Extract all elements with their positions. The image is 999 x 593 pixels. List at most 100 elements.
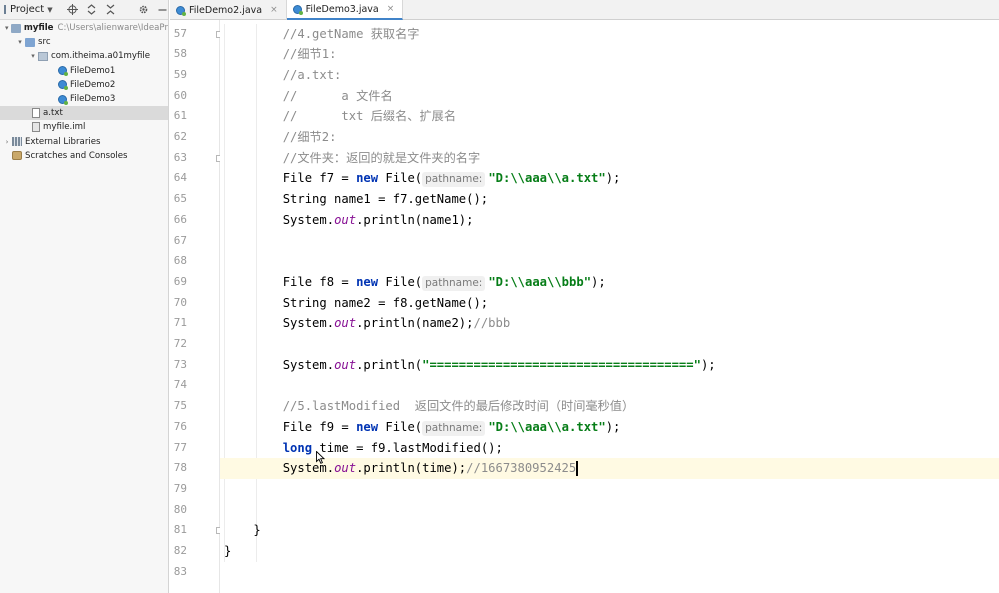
code-editor[interactable]: //4.getName 获取名字 //细节1: //a.txt: // a 文件… [220,20,999,593]
code-token: File( [378,274,423,289]
iml-file-icon [32,122,40,133]
line-number: 78 [173,461,187,475]
code-line[interactable]: } [224,541,231,562]
code-token: out [334,461,357,476]
code-line[interactable]: String name2 = f8.getName(); [224,293,488,314]
code-line[interactable]: // a 文件名 [224,86,393,107]
code-token: //1667380952425 [466,461,577,476]
code-token: "D:\\aaa\\bbb" [488,274,592,289]
code-line[interactable]: System.out.println("====================… [224,355,716,376]
chevron-down-icon[interactable]: ▼ [47,6,52,14]
line-number: 82 [173,544,187,557]
line-number: 62 [173,130,187,143]
code-line[interactable]: System.out.println(name2);//bbb [224,313,510,334]
code-token: .println(name2); [356,316,474,331]
code-line[interactable]: System.out.println(time);//1667380952425 [224,458,578,479]
line-number: 83 [173,564,187,578]
code-token: out [334,212,357,227]
tree-item-label: com.itheima.a01myfile [51,51,151,62]
parameter-hint: pathname: [422,172,486,188]
folder-icon [11,23,21,33]
tree-item-label: myfile [23,23,54,34]
code-line[interactable]: // txt 后缀名、扩展名 [224,106,456,127]
code-token: //细节1: [224,47,337,62]
tree-item-a-txt[interactable]: a.txt [0,106,168,121]
parameter-hint: pathname: [422,275,486,291]
line-number: 64 [173,171,187,185]
line-number: 57 [173,26,187,40]
code-token: File( [378,171,423,186]
parameter-hint: pathname: [422,420,486,436]
tab-filedemo3[interactable]: FileDemo3.java × [286,0,404,20]
code-line[interactable]: //a.txt: [224,65,342,86]
code-line[interactable]: //5.lastModified 返回文件的最后修改时间（时间毫秒值） [224,396,634,417]
code-token: new [356,171,379,186]
code-line[interactable]: System.out.println(name1); [224,210,474,231]
tree-item-package[interactable]: ▾ com.itheima.a01myfile [0,49,168,63]
close-icon[interactable]: × [387,4,395,14]
code-line[interactable]: //4.getName 获取名字 [224,24,420,45]
tree-item-filedemo3[interactable]: FileDemo3 [0,92,168,106]
code-line[interactable]: File f9 = new File(pathname: "D:\\aaa\\a.… [224,417,620,438]
line-number: 63 [173,150,187,164]
tree-item-myfile-iml[interactable]: myfile.iml [0,120,168,134]
code-token: File f9 = [224,419,357,434]
code-token: // txt 后缀名、扩展名 [224,109,457,124]
chevron-down-icon[interactable]: ▾ [2,24,11,32]
code-line[interactable]: File f8 = new File(pathname: "D:\\aaa\\bb… [224,272,606,293]
code-token: ); [605,419,621,434]
expand-all-icon[interactable] [86,4,97,15]
line-number: 59 [173,67,187,81]
code-token: // a 文件名 [224,88,393,103]
code-token: out [334,316,357,331]
code-token: File( [378,419,423,434]
source-folder-icon [25,37,35,47]
code-token: out [334,357,357,372]
line-number: 66 [173,212,187,226]
java-class-icon [58,66,68,77]
project-path-hint: C:\Users\alienware\IdeaPr [57,23,168,34]
code-token: System. [224,357,335,372]
tree-item-filedemo2[interactable]: FileDemo2 [0,78,168,92]
chevron-down-icon[interactable]: ▾ [28,52,38,60]
java-class-icon [58,94,68,105]
tree-item-myfile[interactable]: ▾ myfile C:\Users\alienware\IdeaPr [0,21,168,35]
code-token: //细节2: [224,130,337,144]
tree-item-scratches[interactable]: Scratches and Consoles [0,149,168,163]
code-token: System. [224,212,335,227]
close-icon[interactable]: × [270,5,278,15]
tree-item-filedemo1[interactable]: FileDemo1 [0,64,168,78]
line-number: 81 [173,523,187,537]
line-number: 70 [173,295,187,309]
mouse-cursor-icon [316,451,325,464]
line-number: 68 [173,254,187,268]
project-view-selector[interactable]: Project [10,4,44,15]
line-number: 76 [173,419,187,433]
code-token: //文件夹：返回的就是文件夹的名字 [224,150,481,165]
tree-item-external-libraries[interactable]: › External Libraries [0,135,168,149]
chevron-right-icon[interactable]: › [2,138,12,146]
locate-target-icon[interactable] [66,4,78,15]
gear-icon[interactable] [138,4,149,15]
collapse-all-icon[interactable] [105,4,116,15]
code-line[interactable]: //细节2: [224,127,337,148]
minimize-panel-icon[interactable] [157,4,168,15]
line-number: 71 [173,316,187,330]
code-line[interactable]: long time = f9.lastModified(); [224,438,503,459]
project-tree: ▾ myfile C:\Users\alienware\IdeaPr ▾ src… [0,20,168,163]
tree-item-src[interactable]: ▾ src [0,35,168,49]
line-number: 80 [173,502,187,516]
chevron-down-icon[interactable]: ▾ [15,38,25,46]
java-class-icon [292,4,303,15]
code-line[interactable]: //文件夹：返回的就是文件夹的名字 [224,148,481,169]
tab-filedemo2[interactable]: FileDemo2.java × [170,0,287,20]
code-line[interactable]: //细节1: [224,44,337,65]
code-line[interactable]: } [224,520,260,541]
editor-gutter[interactable]: 57 58 59 60 61 62 63 64 65 66 67 68 69 70 71 72 73 74 75 76… [170,20,241,593]
code-line[interactable]: String name1 = f7.getName(); [224,189,488,210]
line-number: 65 [173,192,187,206]
code-line[interactable]: File f7 = new File(pathname: "D:\\aaa\\a.… [224,168,620,189]
code-token: new [356,274,379,289]
project-toolbar: Project ▼ [0,0,168,20]
